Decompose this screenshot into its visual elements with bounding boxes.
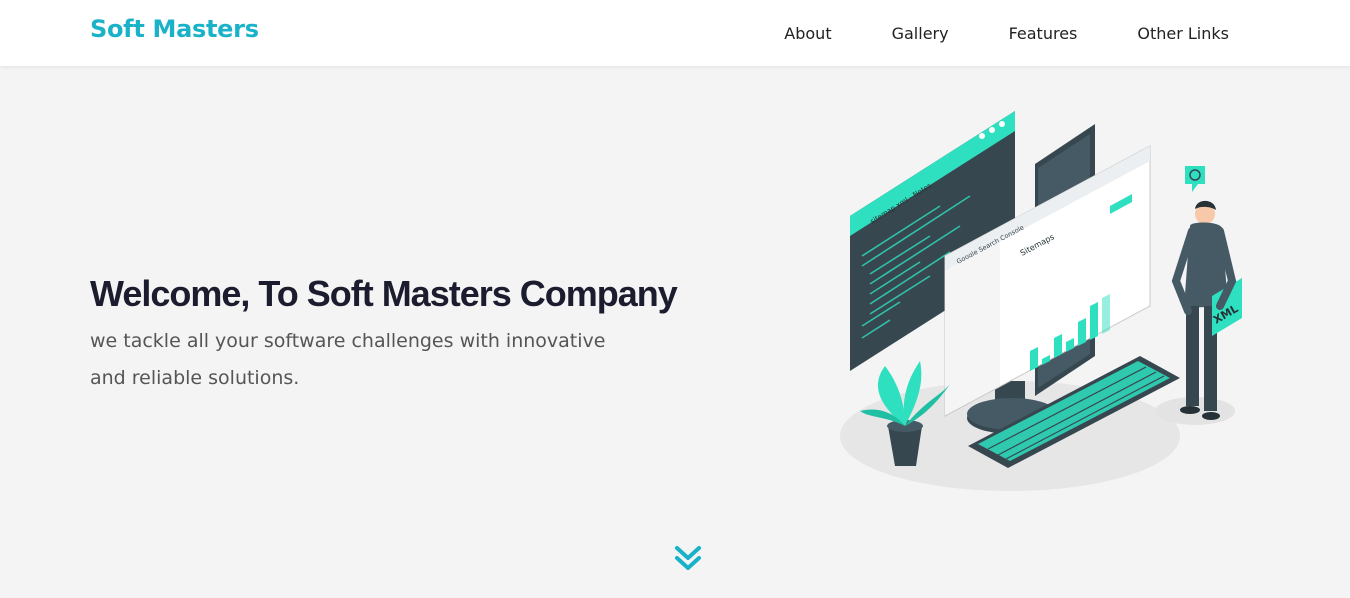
hero-title: Welcome, To Soft Masters Company [90, 273, 678, 314]
nav-link-about[interactable]: About [784, 24, 831, 43]
logo[interactable]: Soft Masters [90, 15, 259, 43]
nav-link-features[interactable]: Features [1009, 24, 1078, 43]
person: XML [1171, 166, 1242, 420]
nav-link-gallery[interactable]: Gallery [892, 24, 949, 43]
main-nav: About Gallery Features Other Links [784, 0, 1229, 66]
site-header: Soft Masters About Gallery Features Othe… [0, 0, 1350, 66]
hero-illustration: sitemap.xml - Notes Google Search Consol… [840, 111, 1242, 491]
chevrons-down-icon[interactable] [672, 542, 704, 574]
hero-subtitle: we tackle all your software challenges w… [90, 330, 606, 389]
hero-section: Welcome, To Soft Masters Company we tack… [0, 66, 1350, 598]
nav-link-other-links[interactable]: Other Links [1137, 24, 1229, 43]
